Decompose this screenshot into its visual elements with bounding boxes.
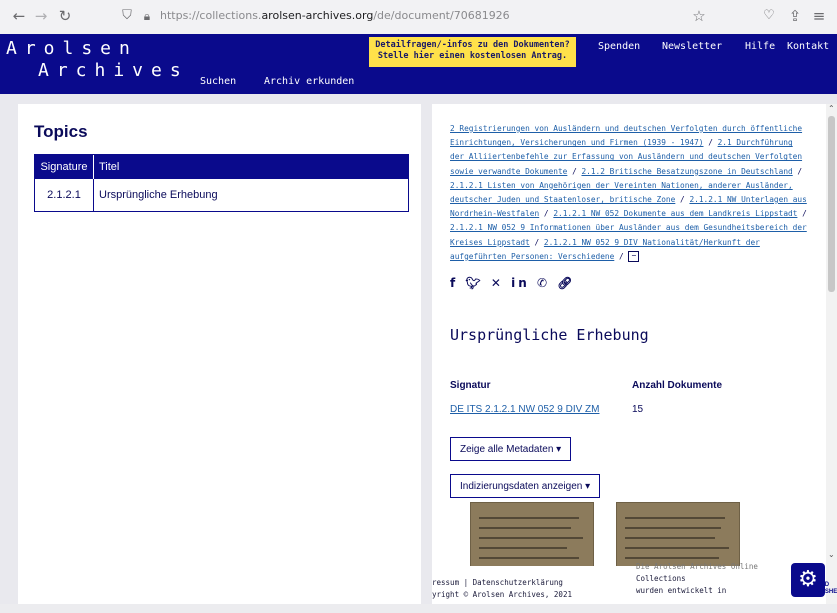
menu-icon[interactable]: ≡ [810,7,828,25]
browser-toolbar: ← → ↻ ⛉ 🔒︎ https://collections.arolsen-a… [0,0,837,35]
topics-panel: Topics Signature Titel 2.1.2.1 Ursprüngl… [18,104,421,604]
x-icon[interactable]: ✕ [491,276,504,290]
forward-icon[interactable]: → [32,7,50,25]
logo-line1[interactable]: Arolsen [6,38,138,59]
facebook-icon[interactable]: f [450,276,458,290]
promo-line2: Stelle hier einen kostenlosen Antrag. [377,51,568,61]
breadcrumb-separator: / [534,237,540,247]
document-panel: 2 Registrierungen von Ausländern und deu… [432,104,837,604]
bookmark-star-icon[interactable]: ☆ [690,7,708,25]
lock-icon[interactable]: 🔒︎ [138,7,156,25]
logo-line2[interactable]: Archives [38,60,189,81]
footer-line0-right: Die Arolsen Archives Online [636,562,758,571]
column-header-signature: Signature [35,155,94,179]
topics-table: Signature Titel 2.1.2.1 Ursprüngliche Er… [34,154,409,212]
scrollbar[interactable]: ⌃ ⌄ [826,104,837,604]
show-metadata-button[interactable]: Zeige alle Metadaten ▾ [450,437,572,461]
url-bar[interactable]: https://collections.arolsen-archives.org… [160,9,510,22]
show-indexing-button[interactable]: Indizierungsdaten anzeigen ▾ [450,474,601,498]
footer-copyright: yright © Arolsen Archives, 2021 [432,590,572,599]
cell-signature: 2.1.2.1 [35,179,94,211]
nav-donate[interactable]: Spenden [598,41,640,52]
breadcrumb-separator: / [619,251,624,261]
pocket-icon[interactable]: ♡ [760,7,778,25]
promo-line1: Detailfragen/-infos zu den Dokumenten? [375,40,570,50]
link-icon[interactable]: 🔗︎ [557,276,575,290]
nav-explore[interactable]: Archiv erkunden [264,76,354,87]
table-header: Signature Titel [35,155,408,179]
signatur-link[interactable]: DE ITS 2.1.2.1 NW 052 9 DIV ZM [450,404,600,415]
whatsapp-icon[interactable]: ✆ [537,276,550,290]
footer-line1-right: Collections [636,574,686,583]
breadcrumb-separator: / [802,209,807,219]
promo-request-banner[interactable]: Detailfragen/-infos zu den Dokumenten? S… [369,37,576,67]
breadcrumb-separator: / [680,195,685,205]
topics-title: Topics [34,122,88,141]
twitter-icon[interactable]: 🐦︎ [465,276,483,290]
breadcrumb-item[interactable]: 2.1.2 Britische Besatzungszone in Deutsc… [581,167,792,176]
scroll-down-icon[interactable]: ⌄ [828,550,835,559]
back-icon[interactable]: ← [10,7,28,25]
footer-legal-links[interactable]: ressum | Datenschutzerklärung [432,578,563,587]
footer-line2-right: wurden entwickelt in [636,586,727,595]
breadcrumb-item[interactable]: 2.1.2.1 NW 052 Dokumente aus dem Landkre… [553,209,797,218]
footer: Die Arolsen Archives Online ressum | Dat… [432,562,792,604]
share-icon[interactable]: ⇪ [786,7,804,25]
scroll-up-icon[interactable]: ⌃ [828,104,835,113]
table-row[interactable]: 2.1.2.1 Ursprüngliche Erhebung [35,179,408,211]
signatur-label: Signatur [450,380,491,391]
document-title: Ursprüngliche Erhebung [450,326,649,344]
cell-title[interactable]: Ursprüngliche Erhebung [99,179,218,211]
column-header-title: Titel [99,161,120,173]
share-bar: f 🐦︎ ✕ in ✆ 🔗︎ [450,276,575,290]
reload-icon[interactable]: ↻ [56,7,74,25]
linkedin-icon[interactable]: in [511,276,530,290]
nav-newsletter[interactable]: Newsletter [662,41,722,52]
breadcrumb: 2 Registrierungen von Ausländern und deu… [450,122,810,264]
nav-contact[interactable]: Kontakt [787,41,829,52]
nav-search[interactable]: Suchen [200,76,236,87]
count-label: Anzahl Dokumente [632,380,723,391]
breadcrumb-separator: / [572,166,577,176]
collapse-breadcrumb-icon[interactable]: − [628,251,640,263]
breadcrumb-separator: / [797,166,803,176]
horizontal-scrollbar[interactable] [0,604,837,613]
scrollbar-thumb[interactable] [828,116,835,292]
nav-help[interactable]: Hilfe [745,41,775,52]
breadcrumb-separator: / [543,209,549,219]
yad-vashem-logo[interactable]: YAD VASHEM [817,582,837,596]
shield-icon[interactable]: ⛉ [118,7,136,25]
count-value: 15 [632,404,644,415]
breadcrumb-separator: / [708,138,713,148]
